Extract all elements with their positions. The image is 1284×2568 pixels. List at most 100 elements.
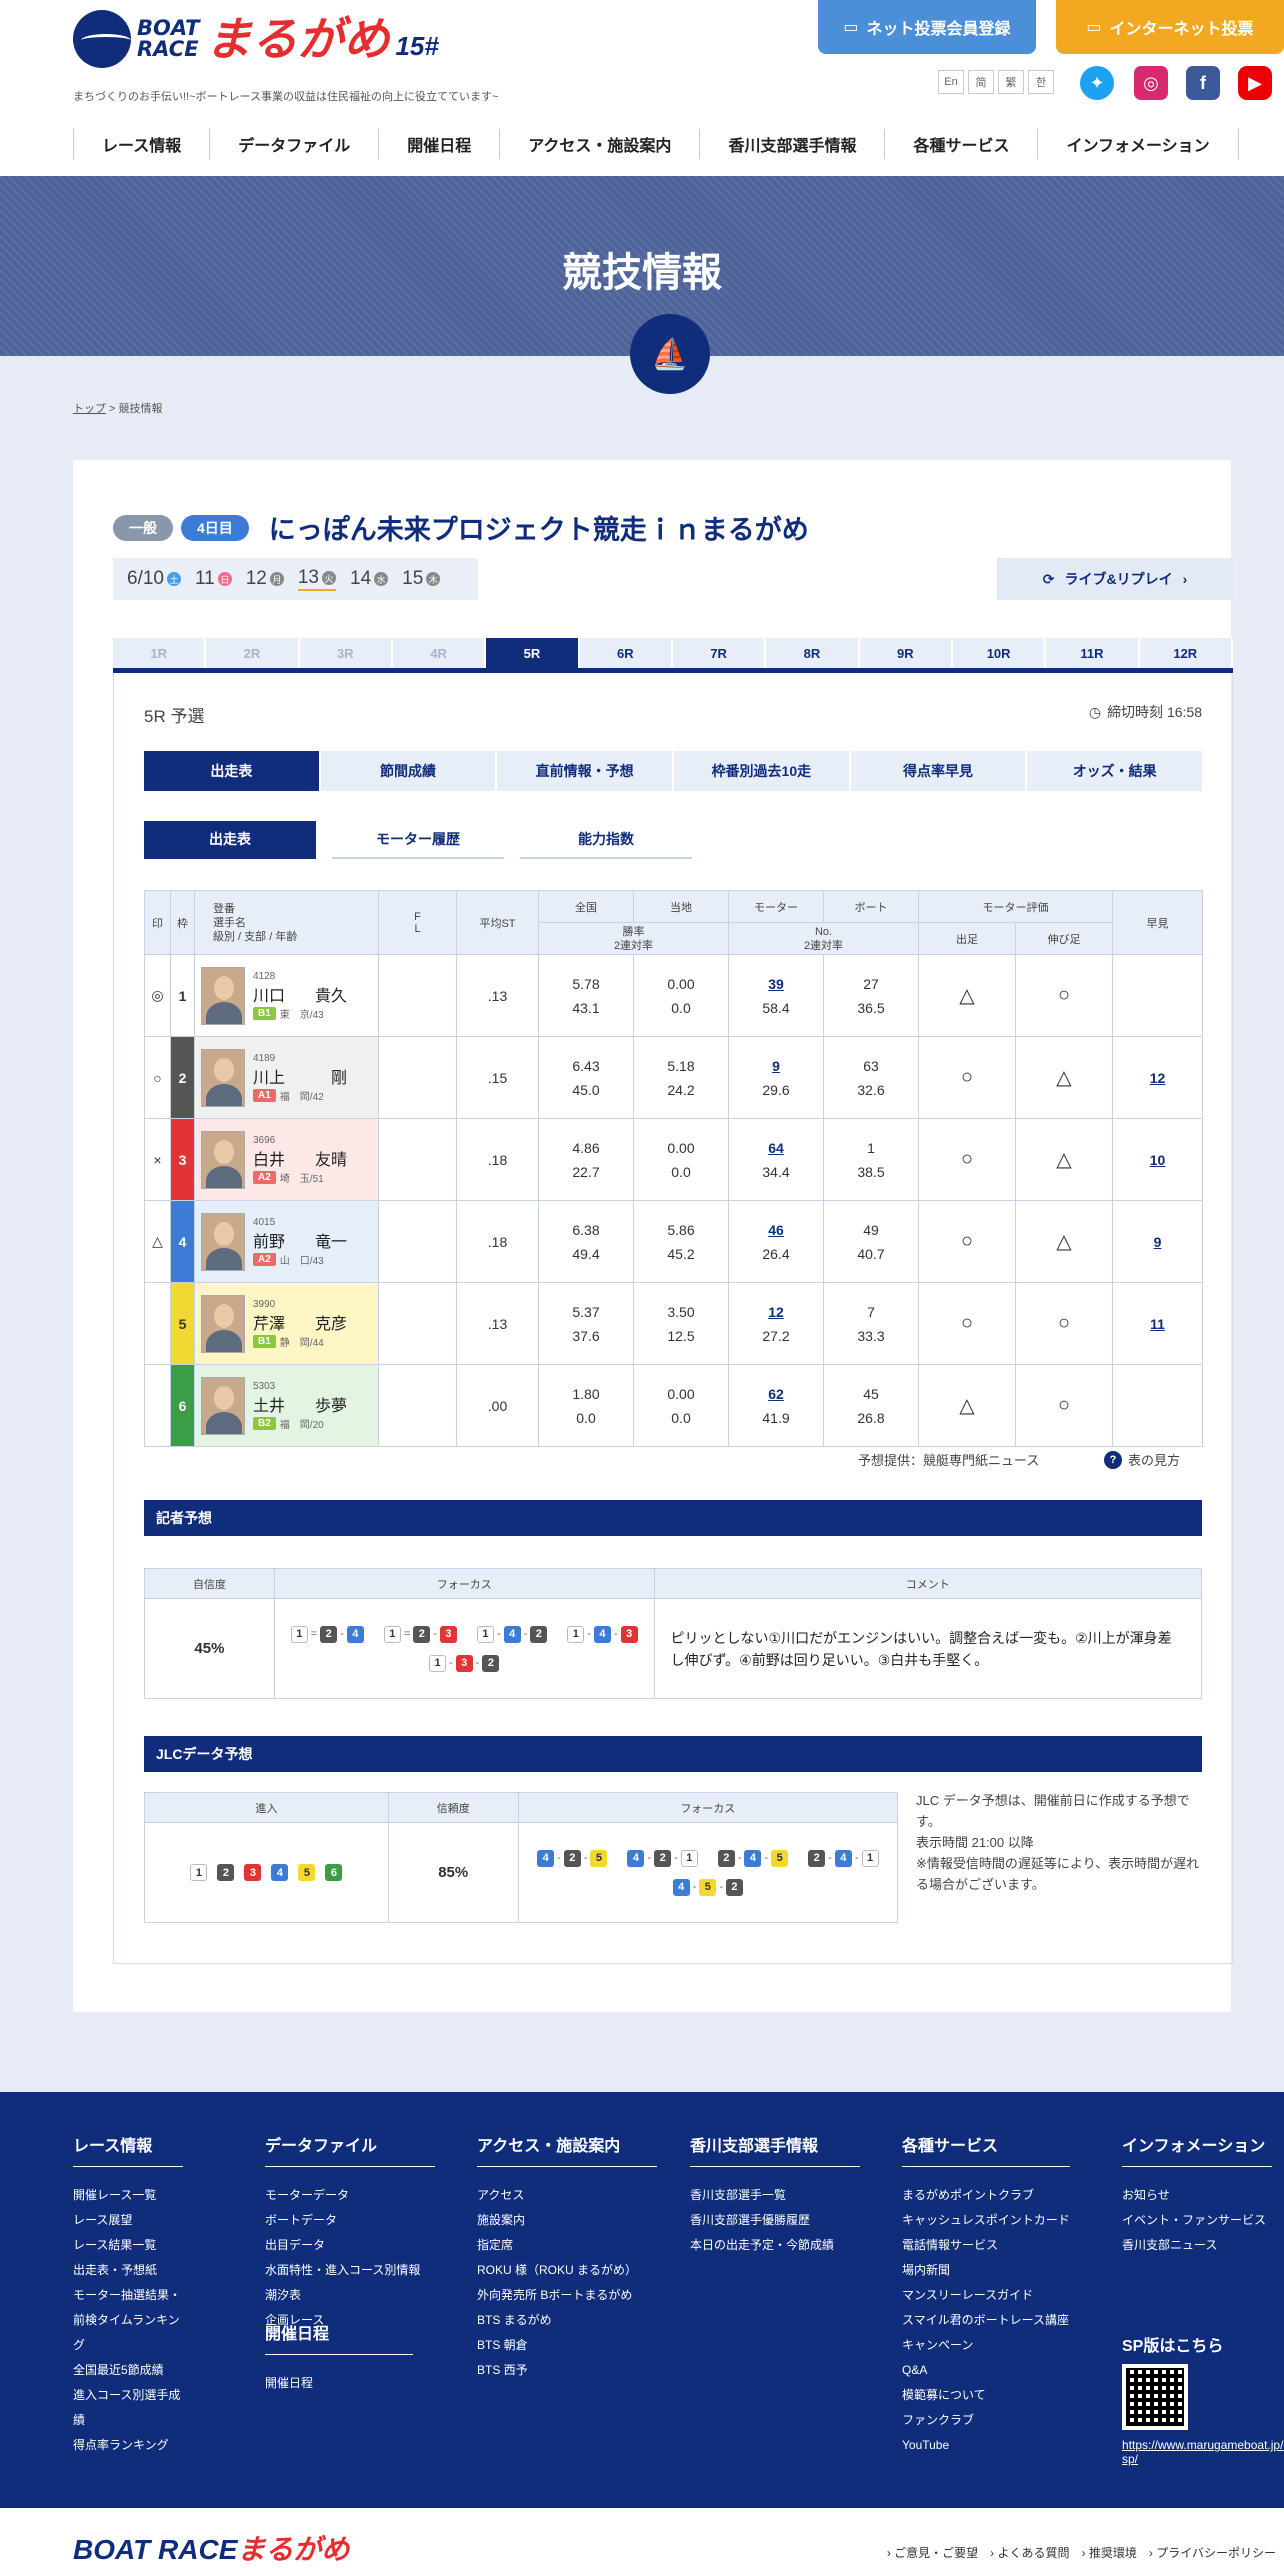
footer-link[interactable]: レース展望 [73,2208,183,2233]
race-tab[interactable]: 8R [766,638,860,668]
race-tab[interactable]: 5R [486,638,580,668]
footer-link[interactable]: BTS 朝倉 [477,2333,657,2358]
footer-link[interactable]: 全国最近5節成績 [73,2358,183,2383]
player-cell[interactable]: 4189 川上剛 A1 福 岡/42 [194,1036,379,1119]
tab-prerace-info[interactable]: 直前情報・予想 [497,751,673,791]
quick-check[interactable]: 10 [1112,1118,1203,1201]
lang-zh-cn[interactable]: 简 [968,70,994,94]
footer-link[interactable]: レース結果一覧 [73,2233,183,2258]
subtab-ability-index[interactable]: 能力指数 [520,821,692,859]
nav-information[interactable]: インフォメーション [1037,129,1239,159]
race-tab[interactable]: 3R [299,638,393,668]
footer-link[interactable]: アクセス [477,2183,657,2208]
tab-past-10[interactable]: 枠番別過去10走 [674,751,849,791]
footer-link[interactable]: 香川支部選手優勝履歴 [690,2208,860,2233]
race-tab[interactable]: 9R [859,638,953,668]
footer-link[interactable]: モーター抽選結果・ [73,2283,183,2308]
race-tab[interactable]: 4R [392,638,487,668]
footer-link[interactable]: スマイル君のボートレース講座 [902,2308,1070,2333]
footer-link[interactable]: 施設案内 [477,2208,657,2233]
player-cell[interactable]: 5303 土井 歩夢 B2 福 岡/20 [194,1364,379,1447]
quick-check[interactable] [1112,1364,1203,1447]
footer-link[interactable]: 模範募について [902,2383,1070,2408]
footer-link[interactable]: 開催レース一覧 [73,2183,183,2208]
date-item[interactable]: 11 日 [195,568,232,590]
subtab-motor-history[interactable]: モーター履歴 [332,821,504,859]
date-item[interactable]: 6/10 土 [127,568,181,590]
footer-link[interactable]: ファンクラブ [902,2408,1070,2433]
race-tab[interactable]: 12R [1139,638,1233,668]
footer-link[interactable]: 指定席 [477,2233,657,2258]
site-logo[interactable]: BOAT RACE まるがめ 15# [73,10,439,68]
quick-check[interactable] [1112,954,1203,1037]
footer-link[interactable]: イベント・ファンサービス [1122,2208,1272,2233]
footer-link[interactable]: 前検タイムランキング [73,2308,183,2358]
player-cell[interactable]: 4015 前野 竜一 A2 山 口/43 [194,1200,379,1283]
nav-kagawa-players[interactable]: 香川支部選手情報 [699,129,884,159]
footer-link[interactable]: 得点率ランキング [73,2433,183,2458]
footer-link[interactable]: まるがめポイントクラブ [902,2183,1070,2208]
nav-services[interactable]: 各種サービス [884,129,1037,159]
twitter-icon[interactable]: ✦ [1080,66,1114,100]
race-tab[interactable]: 1R [113,638,207,668]
sp-url[interactable]: https://www.marugameboat.jp/sp/ [1122,2438,1284,2466]
footer-link[interactable]: 水面特性・進入コース別情報 [265,2258,435,2283]
footer-link[interactable]: キャッシュレスポイントカード [902,2208,1070,2233]
footer-schedule-link[interactable]: 開催日程 [265,2371,413,2396]
tab-entry-list[interactable]: 出走表 [144,751,319,791]
race-tab[interactable]: 10R [952,638,1047,668]
race-tab[interactable]: 2R [206,638,300,668]
nav-data-file[interactable]: データファイル [209,129,378,159]
motor-no-rate[interactable]: 64 34.4 [728,1118,824,1201]
lang-zh-tw[interactable]: 繁 [998,70,1024,94]
net-member-button[interactable]: ▭ ネット投票会員登録 [818,0,1036,54]
player-cell[interactable]: 3990 芹澤 克彦 B1 静 岡/44 [194,1282,379,1365]
footer-logo[interactable]: BOAT RACEまるがめ [73,2528,349,2568]
footer-link[interactable]: 外向発売所 Bボートまるがめ [477,2283,657,2308]
youtube-icon[interactable]: ▶ [1238,66,1272,100]
race-tab[interactable]: 6R [579,638,673,668]
footer-link[interactable]: Q&A [902,2358,1070,2383]
lang-ko[interactable]: 한 [1028,70,1054,94]
instagram-icon[interactable]: ◎ [1134,66,1168,100]
motor-no-rate[interactable]: 9 29.6 [728,1036,824,1119]
footer-link[interactable]: マンスリーレースガイド [902,2283,1070,2308]
footer-link[interactable]: BTS まるがめ [477,2308,657,2333]
footer-link[interactable]: 出目データ [265,2233,435,2258]
footer-link[interactable]: 香川支部選手一覧 [690,2183,860,2208]
footer-link[interactable]: 進入コース別選手成績 [73,2383,183,2433]
tab-session-results[interactable]: 節間成績 [320,751,496,791]
footer-link[interactable]: 香川支部ニュース [1122,2233,1272,2258]
footer-link[interactable]: ROKU 様（ROKU まるがめ） [477,2258,657,2283]
footer-link[interactable]: 場内新聞 [902,2258,1070,2283]
nav-access[interactable]: アクセス・施設案内 [499,129,699,159]
link-environment[interactable]: › 推奨環境 [1082,2544,1137,2561]
facebook-icon[interactable]: f [1186,66,1220,100]
howto-link[interactable]: ? 表の見方 [1104,1450,1180,1469]
player-cell[interactable]: 4128 川口 貴久 B1 東 京/43 [194,954,379,1037]
internet-vote-button[interactable]: ▭ インターネット投票 [1056,0,1284,54]
breadcrumb-top[interactable]: トップ [73,403,106,415]
footer-link[interactable]: キャンペーン [902,2333,1070,2358]
footer-link[interactable]: BTS 西予 [477,2358,657,2383]
motor-no-rate[interactable]: 12 27.2 [728,1282,824,1365]
date-item[interactable]: 15 木 [402,568,441,590]
date-item[interactable]: 13 火 [297,567,336,591]
motor-no-rate[interactable]: 39 58.4 [728,954,824,1037]
player-cell[interactable]: 3696 白井 友晴 A2 埼 玉/51 [194,1118,379,1201]
footer-link[interactable]: YouTube [902,2433,1070,2458]
quick-check[interactable]: 11 [1112,1282,1203,1365]
link-feedback[interactable]: › ご意見・ご要望 [887,2544,978,2561]
tab-score-rate[interactable]: 得点率早見 [850,751,1026,791]
footer-link[interactable]: モーターデータ [265,2183,435,2208]
footer-link[interactable]: 電話情報サービス [902,2233,1070,2258]
tab-odds-results[interactable]: オッズ・結果 [1027,751,1203,791]
footer-link[interactable]: お知らせ [1122,2183,1272,2208]
motor-no-rate[interactable]: 46 26.4 [728,1200,824,1283]
quick-check[interactable]: 12 [1112,1036,1203,1119]
footer-link[interactable]: ボートデータ [265,2208,435,2233]
quick-check[interactable]: 9 [1112,1200,1203,1283]
footer-link[interactable]: 本日の出走予定・今節成績 [690,2233,860,2258]
lang-en[interactable]: En [938,70,964,94]
link-privacy[interactable]: › プライバシーポリシー [1149,2544,1276,2561]
